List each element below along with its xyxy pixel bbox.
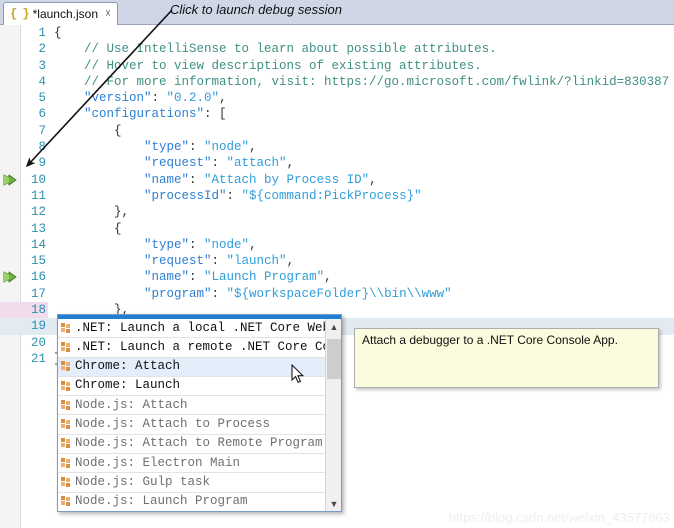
autocomplete-item[interactable]: .NET: Launch a remote .NET Core Cons <box>58 338 326 358</box>
code-line[interactable]: 14 "type": "node", <box>0 237 674 253</box>
tooltip-description: Attach a debugger to a .NET Core Console… <box>354 328 659 388</box>
snippet-icon <box>61 496 72 507</box>
code-line[interactable]: 11 "processId": "${command:PickProcess}" <box>0 188 674 204</box>
line-number: 4 <box>38 74 46 89</box>
snippet-icon <box>61 419 72 430</box>
chevron-down-icon[interactable]: ▼ <box>326 496 341 511</box>
line-number: 15 <box>30 254 46 269</box>
line-number: 1 <box>38 26 46 40</box>
code-line[interactable]: 13 { <box>0 221 674 237</box>
json-braces-icon: { } <box>10 7 30 21</box>
code-text: "processId": "${command:PickProcess}" <box>144 188 422 203</box>
code-text: "request": "attach", <box>144 156 295 171</box>
line-number: 8 <box>38 140 46 155</box>
line-number: 17 <box>30 286 46 301</box>
code-line[interactable]: 10 "name": "Attach by Process ID", <box>0 172 674 188</box>
scrollbar-thumb[interactable] <box>327 339 341 379</box>
code-text: "version": "0.2.0", <box>84 91 227 106</box>
autocomplete-list[interactable]: .NET: Launch a local .NET Core Web A .NET… <box>58 319 326 511</box>
code-line[interactable]: 3 // Hover to view descriptions of exist… <box>0 58 674 74</box>
line-number: 11 <box>30 188 46 203</box>
code-text: "request": "launch", <box>144 254 295 269</box>
watermark: https://blog.csdn.net/weixin_43577863 <box>448 510 670 525</box>
autocomplete-item[interactable]: Node.js: Electron Main <box>58 454 326 474</box>
line-number: 2 <box>38 42 46 57</box>
autocomplete-scrollbar[interactable]: ▲ ▼ <box>325 319 341 511</box>
autocomplete-item-label: Chrome: Attach <box>75 359 181 374</box>
line-number: 6 <box>38 107 46 122</box>
code-text: }, <box>54 205 130 220</box>
snippet-icon <box>61 477 72 488</box>
snippet-icon <box>61 341 72 353</box>
code-text: "name": "Launch Program", <box>144 270 332 285</box>
autocomplete-item[interactable]: Node.js: Attach to Remote Program <box>58 435 326 455</box>
autocomplete-item-label: Node.js: Attach <box>75 397 188 412</box>
autocomplete-item[interactable]: Chrome: Launch <box>58 377 326 397</box>
snippet-icon <box>61 380 72 392</box>
snippet-icon <box>61 438 72 449</box>
code-line[interactable]: 4 // For more information, visit: https:… <box>0 74 674 90</box>
autocomplete-item-label: Chrome: Launch <box>75 378 181 393</box>
autocomplete-dropdown[interactable]: .NET: Launch a local .NET Core Web A .NET… <box>57 314 342 512</box>
autocomplete-item[interactable]: .NET: Launch a local .NET Core Web A <box>58 319 326 339</box>
autocomplete-item[interactable]: Node.js: Attach to Process <box>58 415 326 435</box>
line-number: 3 <box>38 58 46 73</box>
autocomplete-item[interactable]: Chrome: Attach <box>58 357 326 377</box>
autocomplete-item-label: Node.js: Launch Program <box>75 494 248 509</box>
run-debug-play-icon[interactable] <box>2 269 20 285</box>
code-line[interactable]: 12 }, <box>0 204 674 220</box>
close-icon[interactable]: ☓ <box>105 8 111 20</box>
line-number: 21 <box>30 351 46 366</box>
autocomplete-item-label: .NET: Launch a remote .NET Core Cons <box>75 339 326 354</box>
code-text: "configurations": [ <box>84 107 227 122</box>
code-text: "type": "node", <box>144 140 257 155</box>
snippet-icon <box>61 361 72 372</box>
run-debug-play-icon[interactable] <box>2 172 20 188</box>
autocomplete-item[interactable]: Node.js: Launch Program <box>58 493 326 511</box>
line-number: 19 <box>30 319 46 334</box>
autocomplete-item[interactable]: Node.js: Gulp task <box>58 473 326 493</box>
code-line[interactable]: 2 // Use IntelliSense to learn about pos… <box>0 41 674 57</box>
code-line[interactable]: 9 "request": "attach", <box>0 155 674 171</box>
tab-launch-json[interactable]: { } *launch.json ☓ <box>3 2 118 25</box>
code-line[interactable]: 7 { <box>0 123 674 139</box>
autocomplete-item-label: Node.js: Attach to Remote Program <box>75 436 323 451</box>
code-line[interactable]: 6 "configurations": [ <box>0 106 674 122</box>
code-text: "type": "node", <box>144 237 257 252</box>
autocomplete-item-label: .NET: Launch a local .NET Core Web A <box>75 320 326 335</box>
code-text: // Hover to view descriptions of existin… <box>54 58 482 73</box>
tooltip-text: Attach a debugger to a .NET Core Console… <box>362 333 618 347</box>
line-number: 13 <box>30 221 46 236</box>
autocomplete-item-label: Node.js: Electron Main <box>75 455 241 470</box>
snippet-icon <box>61 322 72 334</box>
line-number: 7 <box>38 123 46 138</box>
chevron-up-icon[interactable]: ▲ <box>326 319 341 335</box>
line-number: 18 <box>0 302 48 319</box>
line-number: 20 <box>30 335 46 350</box>
code-text: { <box>54 123 122 138</box>
code-text: { <box>54 221 122 236</box>
line-number: 5 <box>38 91 46 106</box>
code-text: "program": "${workspaceFolder}\\bin\\www… <box>144 286 452 301</box>
code-text: // For more information, visit: https://… <box>54 74 670 89</box>
line-number: 12 <box>30 205 46 220</box>
code-line[interactable]: 1{ <box>0 25 674 41</box>
snippet-icon <box>61 399 72 411</box>
tab-label: *launch.json <box>32 7 98 21</box>
code-line[interactable]: 8 "type": "node", <box>0 139 674 155</box>
line-number: 14 <box>30 237 46 252</box>
autocomplete-item[interactable]: Node.js: Attach <box>58 396 326 416</box>
code-text: // Use IntelliSense to learn about possi… <box>54 42 497 57</box>
code-line[interactable]: 15 "request": "launch", <box>0 253 674 269</box>
code-line[interactable]: 5 "version": "0.2.0", <box>0 90 674 106</box>
code-text: { <box>54 26 62 40</box>
annotation-label: Click to launch debug session <box>170 2 342 17</box>
autocomplete-item-label: Node.js: Attach to Process <box>75 416 271 431</box>
snippet-icon <box>61 457 72 469</box>
line-number: 9 <box>38 156 46 171</box>
code-line[interactable]: 16 "name": "Launch Program", <box>0 269 674 285</box>
code-text: "name": "Attach by Process ID", <box>144 172 377 187</box>
autocomplete-item-label: Node.js: Gulp task <box>75 474 211 489</box>
code-line[interactable]: 17 "program": "${workspaceFolder}\\bin\\… <box>0 286 674 302</box>
